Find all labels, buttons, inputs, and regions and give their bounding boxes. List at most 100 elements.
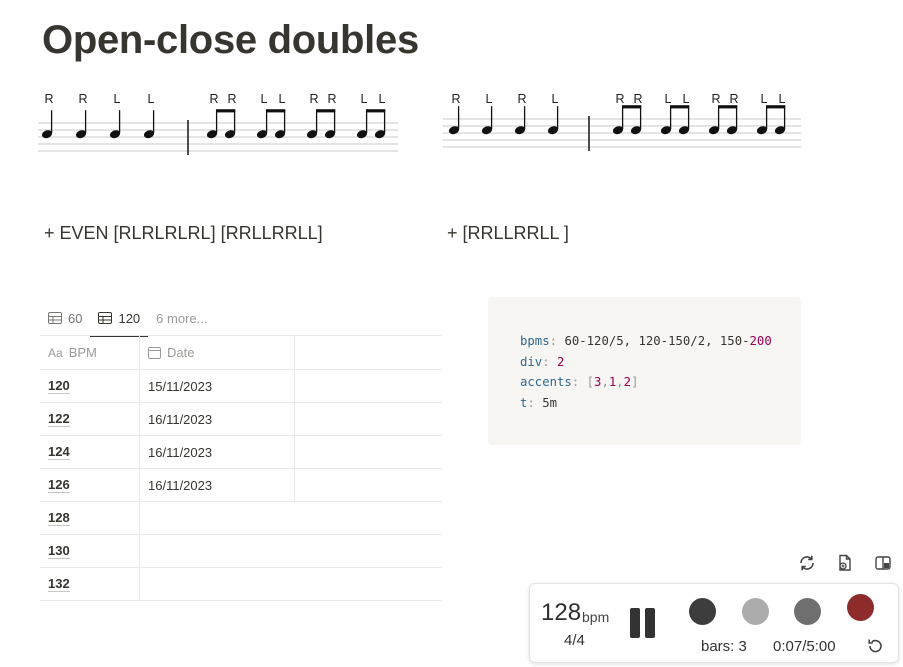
sticking-label: L: [279, 92, 286, 106]
calendar-icon: [148, 347, 161, 359]
cell-bpm[interactable]: 124: [40, 436, 140, 468]
cell-empty: [295, 436, 442, 468]
code-number: 2: [623, 375, 632, 389]
cell-empty: [295, 469, 442, 501]
note-beam: [216, 109, 236, 113]
player-toolbar: [796, 552, 894, 574]
sticking-label: L: [761, 92, 768, 106]
sticking-label: L: [665, 92, 672, 106]
sync-icon[interactable]: [796, 552, 818, 574]
sticking-label: R: [327, 92, 336, 106]
sticking-label: L: [683, 92, 690, 106]
tab-60[interactable]: 60: [40, 300, 90, 336]
cell-empty: [295, 370, 442, 402]
table-row[interactable]: 126 16/11/2023: [40, 469, 442, 502]
cell-bpm[interactable]: 132: [40, 568, 140, 600]
table-row[interactable]: 124 16/11/2023: [40, 436, 442, 469]
bpm-value[interactable]: 128: [541, 599, 581, 627]
toggle-even-patterns[interactable]: + EVEN [RLRLRLRL] [RRLLRRLL]: [44, 223, 323, 244]
cell-date[interactable]: [140, 535, 295, 567]
code-key: div: [520, 354, 543, 369]
cell-date[interactable]: [140, 502, 295, 534]
pause-button[interactable]: [630, 608, 656, 638]
bpm-link[interactable]: 126: [48, 477, 70, 493]
column-label: Date: [167, 345, 195, 360]
tab-120[interactable]: 120: [90, 300, 148, 337]
code-line-div: div: 2: [520, 352, 801, 373]
bpm-link[interactable]: 120: [48, 378, 70, 394]
cell-bpm[interactable]: 122: [40, 403, 140, 435]
drum-notation-right: RLRLRRLLRRLL: [443, 88, 805, 162]
sticking-label: L: [552, 92, 559, 106]
accent-dot-dark[interactable]: [689, 598, 716, 625]
cell-bpm[interactable]: 126: [40, 469, 140, 501]
bpm-link[interactable]: 130: [48, 543, 70, 559]
toggle-rrllrrll[interactable]: + [RRLLRRLL ]: [447, 223, 569, 244]
layout-toggle-icon[interactable]: [872, 552, 894, 574]
sticking-label: L: [148, 92, 155, 106]
table-row[interactable]: 128: [40, 502, 442, 535]
bpm-unit: bpm: [582, 609, 610, 625]
sticking-label: R: [517, 92, 526, 106]
sticking-label: L: [361, 92, 368, 106]
column-label: BPM: [68, 345, 97, 360]
bpm-link[interactable]: 128: [48, 510, 70, 526]
sticking-label: R: [309, 92, 318, 106]
table-icon: [48, 312, 62, 324]
column-header-empty: [295, 336, 442, 369]
code-block[interactable]: bpms: 60-120/5, 120-150/2, 150-200 div: …: [488, 297, 801, 445]
text-type-icon: Aa: [48, 345, 63, 360]
cell-bpm[interactable]: 120: [40, 370, 140, 402]
code-line-t: t: 5m: [520, 393, 801, 414]
code-punct: ,: [601, 375, 609, 389]
code-value: 60-120/5, 120-150/2, 150-: [564, 334, 750, 348]
cell-empty: [295, 568, 442, 600]
code-punct: ]: [631, 375, 639, 389]
export-file-icon[interactable]: [834, 552, 856, 574]
bpm-link[interactable]: 124: [48, 444, 70, 460]
cell-bpm[interactable]: 128: [40, 502, 140, 534]
bpm-link[interactable]: 132: [48, 576, 70, 592]
time-signature[interactable]: 4/4: [564, 632, 585, 649]
accent-dot-light[interactable]: [742, 598, 769, 625]
cell-date[interactable]: 16/11/2023: [140, 403, 295, 435]
cell-empty: [295, 502, 442, 534]
reset-icon[interactable]: [866, 637, 884, 655]
cell-date[interactable]: 15/11/2023: [140, 370, 295, 402]
table-row[interactable]: 130: [40, 535, 442, 568]
sticking-label: R: [78, 92, 87, 106]
code-punct: :: [542, 354, 550, 369]
column-header-bpm[interactable]: Aa BPM: [40, 336, 140, 369]
cell-date[interactable]: 16/11/2023: [140, 469, 295, 501]
accent-dot-mid[interactable]: [794, 598, 821, 625]
cell-empty: [295, 535, 442, 567]
note-beam: [316, 109, 336, 113]
table-row[interactable]: 132: [40, 568, 442, 601]
page-title: Open-close doubles: [42, 18, 419, 62]
cell-bpm[interactable]: 130: [40, 535, 140, 567]
sticking-label: L: [261, 92, 268, 106]
bpm-link[interactable]: 122: [48, 411, 70, 427]
sticking-label: L: [114, 92, 121, 106]
code-line-accents: accents: [3,1,2]: [520, 372, 801, 393]
table-icon: [98, 312, 113, 324]
tab-label: 120: [118, 310, 141, 326]
cell-date[interactable]: 16/11/2023: [140, 436, 295, 468]
accent-dot-red[interactable]: [847, 594, 874, 621]
table-body: 120 15/11/2023 122 16/11/2023 124 16/11/2023 1…: [40, 370, 442, 601]
code-key: bpms: [520, 334, 550, 348]
table-row[interactable]: 120 15/11/2023: [40, 370, 442, 403]
sticking-label: R: [633, 92, 642, 106]
code-value: 5m: [542, 395, 558, 410]
metronome-player: 128 bpm 4/4 bars: 3 0:07/5:00: [529, 583, 899, 663]
table-row[interactable]: 122 16/11/2023: [40, 403, 442, 436]
note-beam: [366, 109, 386, 113]
sticking-label: R: [227, 92, 236, 106]
code-line-bpms: bpms: 60-120/5, 120-150/2, 150-200: [520, 331, 801, 352]
code-punct: :: [571, 375, 580, 389]
cell-date[interactable]: [140, 568, 295, 600]
more-views-button[interactable]: 6 more...: [148, 300, 215, 336]
code-number: 2: [557, 354, 565, 369]
tab-label: 60: [68, 310, 83, 326]
column-header-date[interactable]: Date: [140, 336, 295, 369]
